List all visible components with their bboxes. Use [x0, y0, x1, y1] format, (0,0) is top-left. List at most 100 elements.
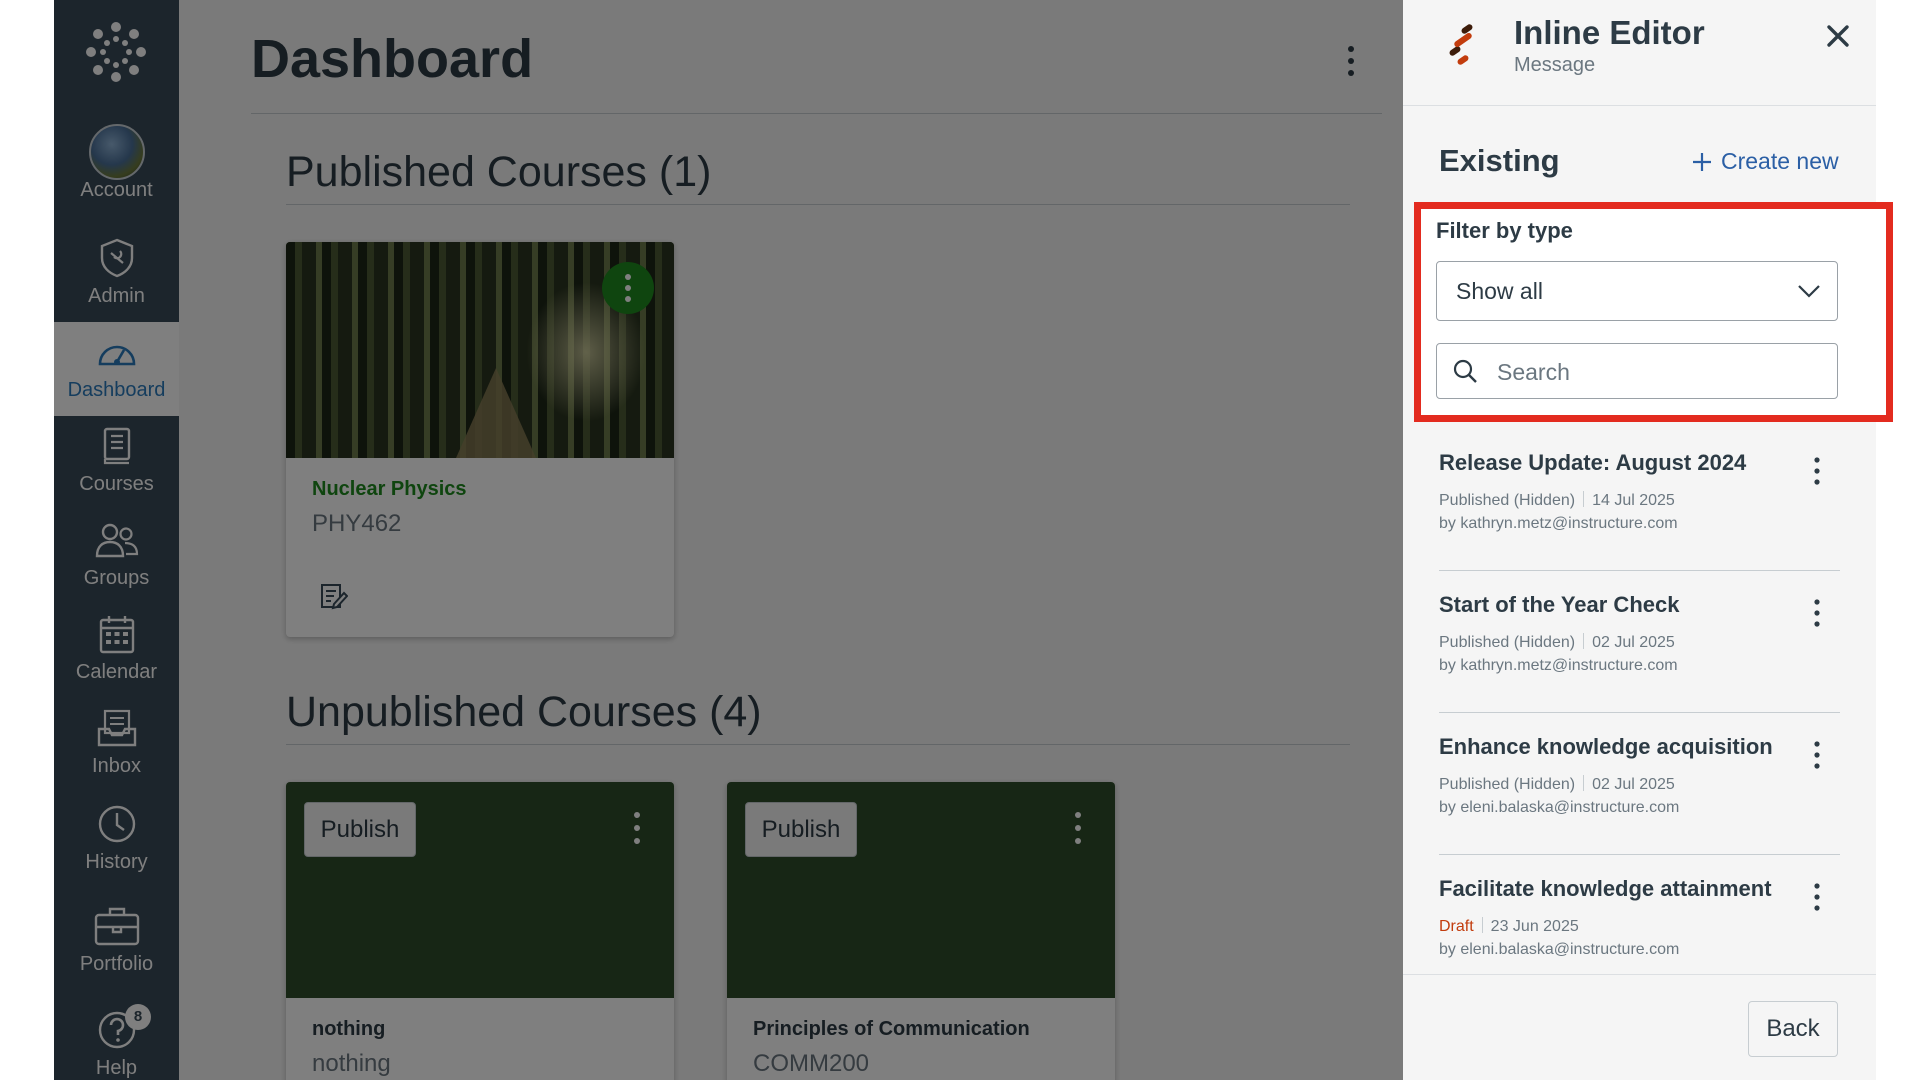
panel-footer: Back [1403, 974, 1876, 1080]
assignments-icon[interactable] [320, 582, 348, 610]
briefcase-icon [94, 907, 139, 946]
nav-item-account[interactable]: Account [54, 122, 179, 216]
kebab-icon[interactable] [1809, 598, 1825, 628]
global-nav: Account Admin Dashboard Courses Groups C… [54, 0, 179, 1080]
item-status: Published (Hidden) [1439, 634, 1576, 651]
search-input[interactable] [1495, 354, 1819, 390]
kebab-icon[interactable] [1809, 740, 1825, 770]
published-courses-heading: Published Courses (1) [286, 148, 712, 196]
item-author: by eleni.balaska@instructure.com [1439, 799, 1680, 816]
course-card-menu-button[interactable] [602, 262, 654, 314]
nav-label: Calendar [75, 661, 158, 683]
nav-item-portfolio[interactable]: Portfolio [54, 896, 179, 990]
create-new-button[interactable]: Create new [1691, 148, 1839, 175]
course-name-link[interactable]: nothing [312, 1018, 385, 1041]
nav-label: Account [80, 179, 153, 201]
item-title[interactable]: Facilitate knowledge attainment [1439, 876, 1772, 902]
panel-title: Inline Editor [1514, 14, 1705, 51]
item-meta: Published (Hidden) 02 Jul 2025 [1439, 775, 1675, 794]
item-title[interactable]: Start of the Year Check [1439, 592, 1679, 618]
dashboard-options-icon[interactable] [1341, 44, 1361, 78]
course-code: nothing [312, 1050, 391, 1077]
item-author: by eleni.balaska@instructure.com [1439, 941, 1680, 958]
course-code: COMM200 [753, 1050, 870, 1077]
list-item[interactable]: Start of the Year Check Published (Hidde… [1439, 570, 1840, 713]
publish-button[interactable]: Publish [745, 802, 857, 857]
item-status: Published (Hidden) [1439, 492, 1576, 509]
course-card[interactable]: Publish nothing nothing [286, 782, 674, 1080]
search-icon [1453, 359, 1477, 383]
publish-button[interactable]: Publish [304, 802, 416, 857]
kebab-icon[interactable] [1809, 882, 1825, 912]
nav-item-calendar[interactable]: Calendar [54, 604, 179, 698]
panel-subtitle: Message [1514, 54, 1596, 76]
nav-item-inbox[interactable]: Inbox [54, 698, 179, 792]
existing-heading: Existing [1439, 143, 1560, 178]
avatar [88, 124, 145, 180]
nav-item-admin[interactable]: Admin [54, 228, 179, 322]
list-item[interactable]: Enhance knowledge acquisition Published … [1439, 712, 1840, 855]
course-card-image[interactable] [286, 242, 674, 458]
kebab-icon[interactable] [1069, 810, 1087, 846]
inbox-icon [97, 709, 136, 747]
nav-label: Courses [79, 473, 154, 495]
kebab-icon[interactable] [1809, 456, 1825, 486]
course-card[interactable]: Nuclear Physics PHY462 [286, 242, 674, 637]
list-item[interactable]: Release Update: August 2024 Published (H… [1439, 428, 1840, 571]
inline-editor-panel: Inline Editor Message Existing Create ne… [1403, 0, 1876, 1080]
nav-item-help[interactable]: 8 Help [54, 1000, 179, 1080]
nav-label: Portfolio [79, 953, 154, 975]
header-divider [251, 113, 1382, 114]
nav-item-courses[interactable]: Courses [54, 416, 179, 510]
create-new-label: Create new [1721, 148, 1839, 174]
item-date: 02 Jul 2025 [1592, 776, 1675, 793]
nav-label: Inbox [92, 755, 141, 777]
item-title[interactable]: Release Update: August 2024 [1439, 450, 1746, 476]
item-meta: Published (Hidden) 02 Jul 2025 [1439, 633, 1675, 652]
section-divider [286, 744, 1350, 745]
course-name-link[interactable]: Principles of Communication [753, 1018, 1030, 1041]
shield-icon [100, 238, 133, 278]
nav-label: Dashboard [67, 379, 166, 401]
filter-type-value: Show all [1456, 278, 1543, 304]
item-author: by kathryn.metz@instructure.com [1439, 657, 1678, 674]
section-divider [286, 204, 1350, 205]
dashboard-main: Dashboard Published Courses (1) Nuclear … [179, 0, 1528, 1080]
nav-item-dashboard[interactable]: Dashboard [54, 322, 179, 416]
app-window: Account Admin Dashboard Courses Groups C… [54, 0, 1876, 1080]
course-name-link[interactable]: Nuclear Physics [312, 478, 467, 501]
nav-label: Help [95, 1057, 138, 1079]
page-title: Dashboard [251, 29, 534, 89]
course-card[interactable]: Publish Principles of Communication COMM… [727, 782, 1115, 1080]
item-meta: Draft 23 Jun 2025 [1439, 917, 1579, 936]
nav-item-history[interactable]: History [54, 794, 179, 888]
plus-icon [1693, 152, 1711, 171]
inline-editor-logo-icon [1449, 24, 1473, 65]
item-title[interactable]: Enhance knowledge acquisition [1439, 734, 1773, 760]
chevron-down-icon [1798, 285, 1820, 298]
item-date: 02 Jul 2025 [1592, 634, 1675, 651]
filter-type-select[interactable]: Show all [1436, 261, 1838, 321]
nav-label: Admin [88, 285, 145, 307]
nav-label: History [85, 851, 148, 873]
kebab-icon[interactable] [628, 810, 646, 846]
groups-icon [95, 523, 138, 558]
course-card-image[interactable]: Publish [286, 782, 674, 998]
item-date: 14 Jul 2025 [1592, 492, 1675, 509]
nav-label: Groups [83, 567, 150, 589]
course-code: PHY462 [312, 510, 402, 537]
dashboard-icon [98, 345, 135, 366]
course-card-image[interactable]: Publish [727, 782, 1115, 998]
nav-item-groups[interactable]: Groups [54, 510, 179, 604]
close-button[interactable] [1822, 20, 1854, 52]
panel-header: Inline Editor Message [1403, 0, 1876, 106]
back-button[interactable]: Back [1748, 1001, 1838, 1057]
search-field[interactable] [1436, 343, 1838, 399]
filter-by-type-label: Filter by type [1436, 218, 1573, 243]
canvas-logo-icon[interactable] [84, 20, 148, 84]
item-status: Draft [1439, 918, 1474, 935]
unpublished-courses-heading: Unpublished Courses (4) [286, 688, 762, 736]
clock-icon [98, 805, 135, 843]
item-meta: Published (Hidden) 14 Jul 2025 [1439, 491, 1675, 510]
kebab-icon [625, 274, 631, 302]
